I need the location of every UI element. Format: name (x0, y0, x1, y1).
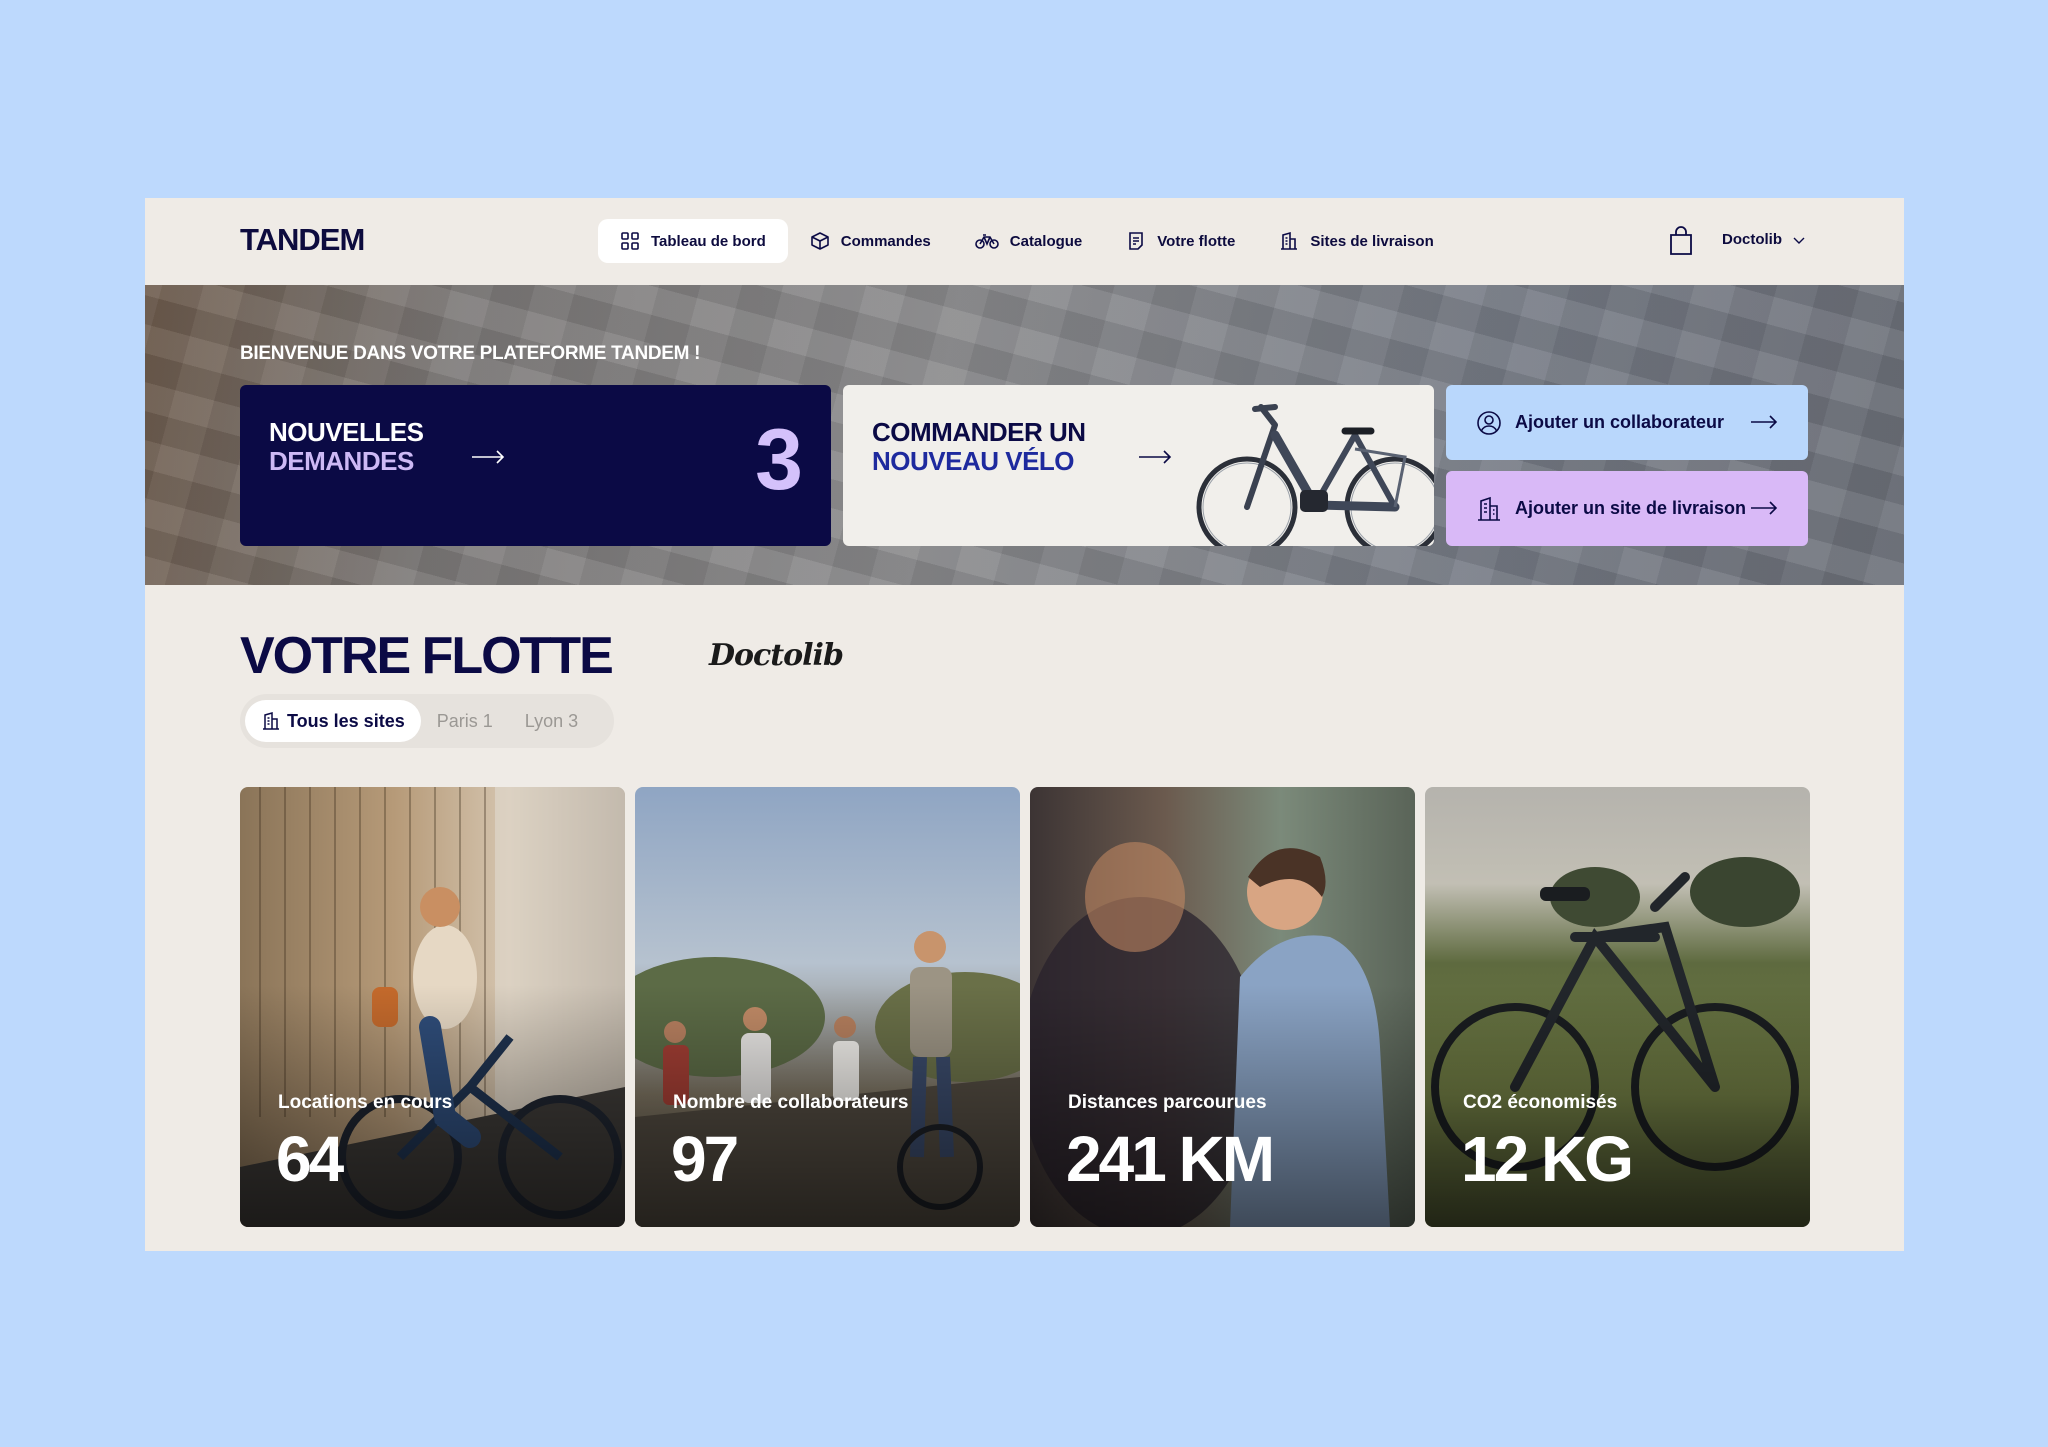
shopping-bag-icon[interactable] (1668, 226, 1694, 256)
arrow-right-icon (1751, 501, 1778, 515)
label-line-2: DEMANDES (269, 446, 414, 476)
box-icon (810, 232, 829, 250)
main-nav: Tableau de bord Commandes Catalogue Votr… (598, 219, 1456, 263)
app-window: TANDEM Tableau de bord Commandes Catalog… (145, 198, 1904, 1251)
nav-label: Commandes (840, 232, 931, 250)
grid-icon (621, 232, 639, 250)
bike-icon (974, 234, 999, 249)
arrow-right-icon (1139, 450, 1172, 464)
stat-label: Nombre de collaborateurs (673, 1092, 909, 1113)
fleet-title: VOTRE FLOTTE (240, 627, 614, 685)
filter-label: Lyon 3 (524, 710, 579, 731)
filter-all-sites[interactable]: Tous les sites (245, 700, 421, 742)
label-line-1: COMMANDER UN (872, 417, 1086, 447)
stat-value: 12 KG (1461, 1123, 1634, 1195)
order-new-bike-card[interactable]: COMMANDER UN NOUVEAU VÉLO (843, 385, 1434, 546)
company-logo: Doctolib (709, 638, 844, 673)
add-delivery-site-label: Ajouter un site de livraison (1515, 498, 1747, 518)
new-requests-card[interactable]: NOUVELLES DEMANDES 3 (240, 385, 831, 546)
account-name: Doctolib (1722, 231, 1782, 248)
filter-label: Paris 1 (436, 710, 493, 731)
label-line-2: NOUVEAU VÉLO (872, 446, 1075, 476)
new-requests-label: NOUVELLES DEMANDES (269, 417, 424, 476)
nav-label: Votre flotte (1157, 232, 1236, 250)
stat-card-co2[interactable]: CO2 économisés 12 KG (1425, 787, 1810, 1227)
user-circle-icon (1477, 410, 1501, 435)
add-delivery-site-button[interactable]: Ajouter un site de livraison (1446, 471, 1808, 546)
bike-illustration (1196, 404, 1434, 546)
arrow-right-icon (1751, 415, 1778, 429)
label-line-1: NOUVELLES (269, 417, 424, 447)
add-collaborator-button[interactable]: Ajouter un collaborateur (1446, 385, 1808, 460)
nav-label: Catalogue (1009, 232, 1083, 250)
stat-card-collaborators[interactable]: Nombre de collaborateurs 97 (635, 787, 1020, 1227)
site-filter: Tous les sites Paris 1 Lyon 3 (240, 694, 614, 748)
document-icon (1129, 232, 1144, 250)
building-icon (1281, 231, 1298, 250)
stat-value: 241 KM (1066, 1123, 1275, 1195)
hero-banner: BIENVENUE DANS VOTRE PLATEFORME TANDEM !… (145, 285, 1904, 585)
filter-label: Tous les sites (287, 710, 405, 731)
new-requests-count: 3 (755, 412, 803, 508)
stat-label: Locations en cours (278, 1092, 453, 1113)
chevron-down-icon (1793, 237, 1805, 244)
nav-item-commandes[interactable]: Commandes (788, 219, 953, 263)
stat-label: Distances parcourues (1068, 1092, 1267, 1113)
nav-item-votre-flotte[interactable]: Votre flotte (1104, 219, 1257, 263)
stat-value: 97 (671, 1123, 739, 1195)
stat-card-distance[interactable]: Distances parcourues 241 KM (1030, 787, 1415, 1227)
stat-label: CO2 économisés (1463, 1092, 1618, 1113)
top-navigation: TANDEM Tableau de bord Commandes Catalog… (145, 198, 1904, 285)
building-icon (263, 712, 279, 730)
brand-logo[interactable]: TANDEM (240, 222, 365, 258)
nav-label: Sites de livraison (1310, 232, 1434, 250)
nav-label: Tableau de bord (651, 232, 766, 250)
stat-value: 64 (276, 1123, 344, 1195)
account-menu[interactable]: Doctolib (1722, 231, 1806, 248)
filter-lyon-3[interactable]: Lyon 3 (509, 700, 594, 742)
nav-item-sites-de-livraison[interactable]: Sites de livraison (1257, 219, 1455, 263)
welcome-title: BIENVENUE DANS VOTRE PLATEFORME TANDEM ! (240, 343, 701, 364)
building-icon (1478, 496, 1500, 521)
nav-item-tableau-de-bord[interactable]: Tableau de bord (598, 219, 788, 263)
add-collaborator-label: Ajouter un collaborateur (1515, 412, 1725, 432)
order-new-bike-label: COMMANDER UN NOUVEAU VÉLO (872, 418, 1086, 476)
nav-item-catalogue[interactable]: Catalogue (953, 219, 1105, 263)
arrow-right-icon (472, 450, 505, 464)
filter-paris-1[interactable]: Paris 1 (421, 700, 509, 742)
stat-card-rentals[interactable]: Locations en cours 64 (240, 787, 625, 1227)
